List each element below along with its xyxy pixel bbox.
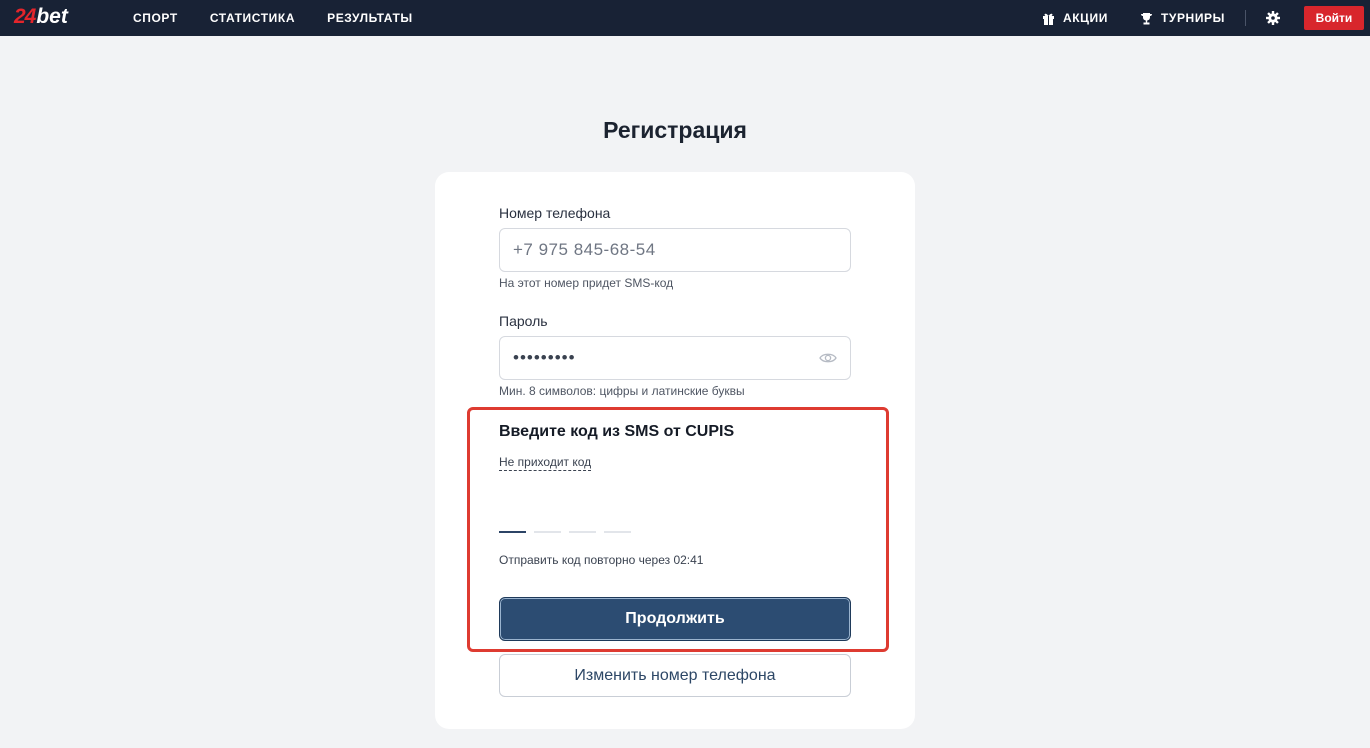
password-input[interactable]: •••••••••: [499, 336, 851, 380]
sms-code-input[interactable]: [499, 531, 639, 533]
password-value: •••••••••: [513, 348, 576, 367]
phone-input[interactable]: +7 975 845-68-54: [499, 228, 851, 272]
resend-timer: Отправить код повторно через 02:41: [499, 553, 704, 567]
phone-value: +7 975 845-68-54: [513, 240, 656, 259]
code-slot[interactable]: [569, 531, 596, 533]
gear-icon: [1266, 11, 1280, 25]
trophy-icon: [1140, 12, 1152, 24]
top-header: 24 bet СПОРТ СТАТИСТИКА РЕЗУЛЬТАТЫ АКЦИИ…: [0, 0, 1370, 36]
nav-item-statistics[interactable]: СТАТИСТИКА: [210, 11, 295, 25]
promo-label: АКЦИИ: [1062, 11, 1108, 25]
header-divider: [1245, 10, 1246, 26]
page-title: Регистрация: [603, 117, 747, 143]
logo-number: 24: [14, 5, 36, 28]
continue-button[interactable]: Продолжить: [499, 597, 851, 641]
code-slot[interactable]: [499, 531, 526, 533]
tournaments-link[interactable]: ТУРНИРЫ: [1140, 11, 1225, 25]
logo-word: bet: [36, 5, 68, 28]
nav-item-results[interactable]: РЕЗУЛЬТАТЫ: [327, 11, 413, 25]
phone-hint: На этот номер придет SMS-код: [499, 276, 674, 290]
password-hint: Мин. 8 символов: цифры и латинские буквы: [499, 384, 745, 398]
code-slot[interactable]: [534, 531, 561, 533]
no-code-link[interactable]: Не приходит код: [499, 455, 592, 471]
tournaments-label: ТУРНИРЫ: [1160, 11, 1225, 25]
registration-card: Номер телефона +7 975 845-68-54 На этот …: [435, 172, 915, 729]
code-slot[interactable]: [604, 531, 631, 533]
settings-button[interactable]: [1266, 11, 1280, 25]
main-nav: СПОРТ СТАТИСТИКА РЕЗУЛЬТАТЫ: [133, 0, 445, 36]
eye-icon[interactable]: [819, 350, 837, 370]
gift-icon: [1042, 13, 1054, 25]
logo[interactable]: 24 bet: [14, 5, 68, 31]
sms-title: Введите код из SMS от CUPIS: [499, 423, 735, 440]
nav-item-sport[interactable]: СПОРТ: [133, 11, 178, 25]
right-nav: АКЦИИ ТУРНИРЫ Войти: [1042, 0, 1370, 36]
phone-label: Номер телефона: [499, 205, 611, 221]
promo-link[interactable]: АКЦИИ: [1042, 11, 1108, 25]
password-label: Пароль: [499, 313, 548, 329]
change-phone-button[interactable]: Изменить номер телефона: [499, 654, 851, 697]
login-button[interactable]: Войти: [1304, 6, 1364, 30]
